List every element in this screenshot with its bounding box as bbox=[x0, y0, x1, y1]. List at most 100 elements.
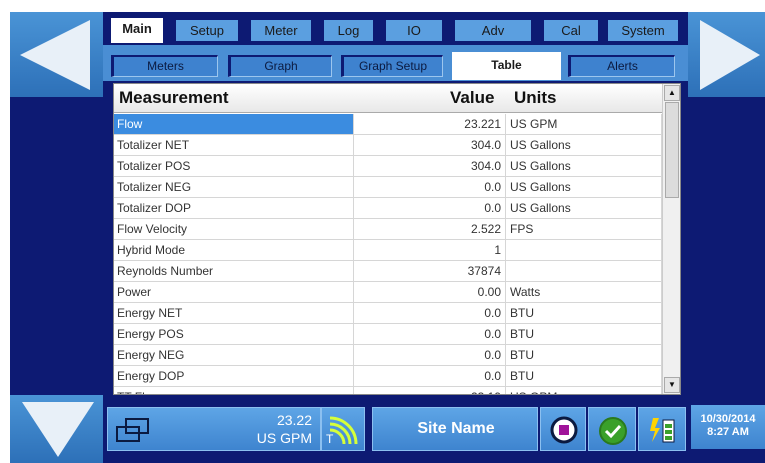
tab-main[interactable]: Main bbox=[109, 16, 165, 45]
cell-value: 0.0 bbox=[354, 345, 506, 365]
subtab-meters[interactable]: Meters bbox=[111, 55, 218, 77]
tab-adv[interactable]: Adv bbox=[453, 18, 533, 43]
status-ok-button[interactable] bbox=[588, 407, 636, 451]
tab-io[interactable]: IO bbox=[384, 18, 444, 43]
cell-units: BTU bbox=[506, 324, 662, 344]
cell-measurement: TT Flow bbox=[114, 387, 354, 394]
check-icon bbox=[599, 417, 627, 445]
power-button[interactable] bbox=[638, 407, 686, 451]
table-row[interactable]: Totalizer NET 304.0 US Gallons bbox=[114, 135, 662, 156]
measurement-table[interactable]: Measurement Value Units Flow 23.221 US GPM… bbox=[113, 83, 681, 395]
cell-measurement: Hybrid Mode bbox=[114, 240, 354, 260]
table-row[interactable]: Hybrid Mode 1 bbox=[114, 240, 662, 261]
cell-value: 304.0 bbox=[354, 135, 506, 155]
table-row[interactable]: Power 0.00 Watts bbox=[114, 282, 662, 303]
tab-meter[interactable]: Meter bbox=[249, 18, 313, 43]
table-row[interactable]: Energy DOP 0.0 BTU bbox=[114, 366, 662, 387]
cell-value: 0.00 bbox=[354, 282, 506, 302]
window-icon bbox=[116, 418, 149, 442]
main-tab-bar: Main Setup Meter Log IO Adv Cal System bbox=[103, 12, 688, 45]
tab-setup[interactable]: Setup bbox=[174, 18, 240, 43]
cell-value: 1 bbox=[354, 240, 506, 260]
table-row[interactable]: Energy POS 0.0 BTU bbox=[114, 324, 662, 345]
table-row[interactable]: Flow Velocity 2.522 FPS bbox=[114, 219, 662, 240]
cell-measurement: Flow Velocity bbox=[114, 219, 354, 239]
header-measurement: Measurement bbox=[119, 88, 229, 107]
cell-units: BTU bbox=[506, 303, 662, 323]
subtab-graph-setup[interactable]: Graph Setup bbox=[341, 55, 443, 77]
table-row[interactable]: Totalizer NEG 0.0 US Gallons bbox=[114, 177, 662, 198]
tab-cal[interactable]: Cal bbox=[542, 18, 600, 43]
scroll-up-icon[interactable]: ▲ bbox=[664, 85, 680, 101]
cell-measurement: Reynolds Number bbox=[114, 261, 354, 281]
cell-measurement: Energy NEG bbox=[114, 345, 354, 365]
subtab-alerts[interactable]: Alerts bbox=[568, 55, 675, 77]
stop-icon bbox=[550, 416, 578, 444]
cell-measurement: Energy POS bbox=[114, 324, 354, 344]
cell-value: 0.0 bbox=[354, 366, 506, 386]
cell-measurement: Energy DOP bbox=[114, 366, 354, 386]
subtab-table[interactable]: Table bbox=[452, 52, 561, 80]
header-value: Value bbox=[450, 88, 495, 107]
cell-units bbox=[506, 261, 662, 281]
cell-value: 0.0 bbox=[354, 198, 506, 218]
tab-log[interactable]: Log bbox=[322, 18, 375, 43]
signal-status[interactable]: T bbox=[321, 407, 365, 451]
cell-measurement: Energy NET bbox=[114, 303, 354, 323]
cell-units: US GPM bbox=[506, 387, 662, 394]
flow-value: 23.22 bbox=[276, 412, 312, 428]
date-text: 10/30/2014 bbox=[700, 413, 756, 425]
cell-units: US Gallons bbox=[506, 198, 662, 218]
table-row[interactable]: Totalizer DOP 0.0 US Gallons bbox=[114, 198, 662, 219]
cell-units: FPS bbox=[506, 219, 662, 239]
cell-units: US GPM bbox=[506, 114, 662, 134]
cell-units bbox=[506, 240, 662, 260]
cell-units: US Gallons bbox=[506, 135, 662, 155]
flow-units: US GPM bbox=[256, 430, 312, 446]
datetime-display[interactable]: 10/30/2014 8:27 AM bbox=[691, 405, 765, 449]
scroll-down-icon[interactable]: ▼ bbox=[664, 377, 680, 393]
cell-value: 37874 bbox=[354, 261, 506, 281]
signal-label: T bbox=[326, 432, 334, 446]
sub-tab-bar: Meters Graph Graph Setup Table Alerts bbox=[103, 45, 688, 81]
table-header: Measurement Value Units bbox=[114, 84, 662, 113]
site-name-button[interactable]: Site Name bbox=[372, 407, 538, 451]
subtab-graph[interactable]: Graph bbox=[228, 55, 332, 77]
flow-readout[interactable]: 23.22 US GPM bbox=[107, 407, 321, 451]
cell-measurement: Power bbox=[114, 282, 354, 302]
table-row[interactable]: Totalizer POS 304.0 US Gallons bbox=[114, 156, 662, 177]
table-row[interactable]: TT Flow23.19US GPM bbox=[114, 387, 662, 394]
time-text: 8:27 AM bbox=[707, 426, 749, 438]
cell-units: BTU bbox=[506, 345, 662, 365]
table-row[interactable]: Reynolds Number 37874 bbox=[114, 261, 662, 282]
cell-value: 2.522 bbox=[354, 219, 506, 239]
table-scrollbar[interactable]: ▲ ▼ bbox=[662, 84, 680, 394]
cell-measurement: Flow bbox=[114, 114, 354, 134]
cell-units: Watts bbox=[506, 282, 662, 302]
tab-system[interactable]: System bbox=[606, 18, 680, 43]
cell-measurement: Totalizer NEG bbox=[114, 177, 354, 197]
cell-value: 304.0 bbox=[354, 156, 506, 176]
cell-value: 23.221 bbox=[354, 114, 506, 134]
datetime-panel: 10/30/2014 8:27 AM bbox=[688, 395, 765, 463]
cell-measurement: Totalizer DOP bbox=[114, 198, 354, 218]
cell-measurement: Totalizer NET bbox=[114, 135, 354, 155]
status-bar: 23.22 US GPM T Site Name bbox=[103, 395, 688, 463]
right-band bbox=[688, 97, 765, 395]
table-row[interactable]: Energy NET 0.0 BTU bbox=[114, 303, 662, 324]
battery-bolt-icon bbox=[650, 418, 675, 443]
cell-units: US Gallons bbox=[506, 156, 662, 176]
left-band bbox=[10, 97, 103, 395]
scroll-thumb[interactable] bbox=[665, 102, 679, 198]
stop-button[interactable] bbox=[540, 407, 586, 451]
cell-units: US Gallons bbox=[506, 177, 662, 197]
arrow-right-icon bbox=[700, 20, 760, 90]
cell-value: 23.19 bbox=[354, 387, 506, 394]
cell-value: 0.0 bbox=[354, 177, 506, 197]
site-name: Site Name bbox=[417, 420, 495, 437]
cell-units: BTU bbox=[506, 366, 662, 386]
header-units: Units bbox=[514, 88, 557, 107]
cell-value: 0.0 bbox=[354, 303, 506, 323]
table-row[interactable]: Energy NEG 0.0 BTU bbox=[114, 345, 662, 366]
table-row[interactable]: Flow 23.221 US GPM bbox=[114, 114, 662, 135]
